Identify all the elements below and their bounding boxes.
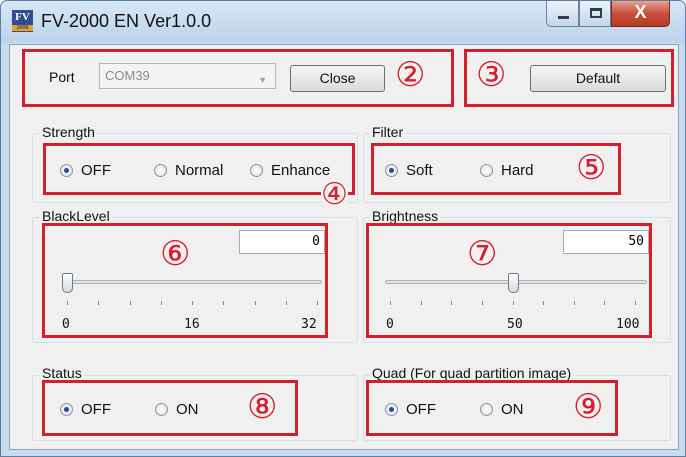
radio-unselected-icon <box>155 403 168 416</box>
quad-off-radio[interactable]: OFF <box>385 401 436 418</box>
status-label: Status <box>40 365 84 381</box>
radio-selected-icon <box>60 403 73 416</box>
callout-number-4: ④ <box>321 177 348 212</box>
brightness-value-field[interactable]: 50 <box>563 230 649 254</box>
chevron-down-icon: ▼ <box>258 75 267 85</box>
app-window: FV 2000 FV-2000 EN Ver1.0.0 X Port COM39 … <box>0 0 686 457</box>
port-select-value: COM39 <box>105 68 150 83</box>
strength-off-radio[interactable]: OFF <box>60 162 111 179</box>
radio-label: ON <box>501 401 524 418</box>
filter-hard-radio[interactable]: Hard <box>480 162 534 179</box>
maximize-icon <box>590 8 602 18</box>
slider-tick-mark <box>573 301 575 305</box>
callout-number-8: ⑧ <box>247 387 278 427</box>
slider-tick-mark <box>604 301 606 305</box>
blacklevel-slider-thumb[interactable] <box>62 273 73 293</box>
radio-unselected-icon <box>480 164 493 177</box>
maximize-button[interactable] <box>579 1 611 27</box>
blacklevel-tick-mid: 16 <box>184 317 200 332</box>
default-button[interactable]: Default <box>530 65 666 92</box>
brightness-tick-min: 0 <box>386 317 394 332</box>
radio-selected-icon <box>385 164 398 177</box>
port-label: Port <box>49 69 75 85</box>
strength-normal-radio[interactable]: Normal <box>154 162 223 179</box>
quad-on-radio[interactable]: ON <box>480 401 524 418</box>
status-off-radio[interactable]: OFF <box>60 401 111 418</box>
slider-tick-mark <box>317 301 318 305</box>
slider-tick-mark <box>481 301 483 305</box>
radio-label: Normal <box>175 162 224 179</box>
radio-unselected-icon <box>480 403 493 416</box>
slider-tick-mark <box>543 301 545 305</box>
close-window-button[interactable]: X <box>611 1 670 27</box>
slider-tick-mark <box>420 301 422 305</box>
callout-number-5: ⑤ <box>576 148 607 188</box>
blacklevel-tick-min: 0 <box>62 317 70 332</box>
radio-label: Soft <box>406 162 433 179</box>
slider-tick-mark <box>285 301 287 305</box>
callout-number-9: ⑨ <box>573 387 604 427</box>
slider-tick-mark <box>98 301 100 305</box>
close-port-button[interactable]: Close <box>290 65 385 92</box>
strength-enhance-radio[interactable]: Enhance <box>250 162 330 179</box>
slider-tick-mark <box>192 301 193 305</box>
radio-label: OFF <box>81 401 111 418</box>
radio-label: OFF <box>81 162 111 179</box>
slider-tick-mark <box>67 301 68 305</box>
filter-label: Filter <box>370 124 406 140</box>
strength-label: Strength <box>40 124 97 140</box>
slider-tick-mark <box>254 301 256 305</box>
blacklevel-value-field[interactable]: 0 <box>239 230 325 254</box>
radio-unselected-icon <box>154 164 167 177</box>
quad-label: Quad (For quad partition image) <box>370 365 574 381</box>
status-on-radio[interactable]: ON <box>155 401 199 418</box>
radio-selected-icon <box>385 403 398 416</box>
slider-tick-mark <box>129 301 131 305</box>
port-select[interactable]: COM39 ▼ <box>99 63 276 89</box>
close-icon: X <box>634 2 647 22</box>
radio-label: Hard <box>501 162 534 179</box>
radio-label: ON <box>176 401 199 418</box>
callout-number-3: ③ <box>476 55 507 95</box>
title-bar[interactable]: FV 2000 FV-2000 EN Ver1.0.0 X <box>1 1 685 43</box>
slider-tick-mark <box>635 301 636 305</box>
slider-tick-mark <box>160 301 162 305</box>
radio-label: OFF <box>406 401 436 418</box>
blacklevel-tick-max: 32 <box>301 317 317 332</box>
radio-selected-icon <box>60 164 73 177</box>
slider-tick-mark <box>223 301 225 305</box>
filter-soft-radio[interactable]: Soft <box>385 162 433 179</box>
brightness-tick-max: 100 <box>616 317 640 332</box>
minimize-icon <box>558 16 569 19</box>
brightness-slider-thumb[interactable] <box>507 273 519 293</box>
radio-unselected-icon <box>250 164 263 177</box>
slider-tick-mark <box>512 301 514 305</box>
client-area: Port COM39 ▼ Close ② ③ Default Strength … <box>9 44 679 450</box>
brightness-label: Brightness <box>370 208 441 224</box>
slider-tick-mark <box>451 301 453 305</box>
callout-number-7: ⑦ <box>467 234 498 274</box>
slider-tick-mark <box>390 301 391 305</box>
window-title: FV-2000 EN Ver1.0.0 <box>41 11 212 31</box>
blacklevel-label: BlackLevel <box>40 208 112 224</box>
app-logo-icon: FV 2000 <box>12 10 33 32</box>
callout-number-2: ② <box>395 55 426 95</box>
minimize-button[interactable] <box>546 1 579 27</box>
brightness-tick-mid: 50 <box>507 317 523 332</box>
callout-number-6: ⑥ <box>160 234 191 274</box>
blacklevel-slider-track[interactable] <box>62 280 322 284</box>
